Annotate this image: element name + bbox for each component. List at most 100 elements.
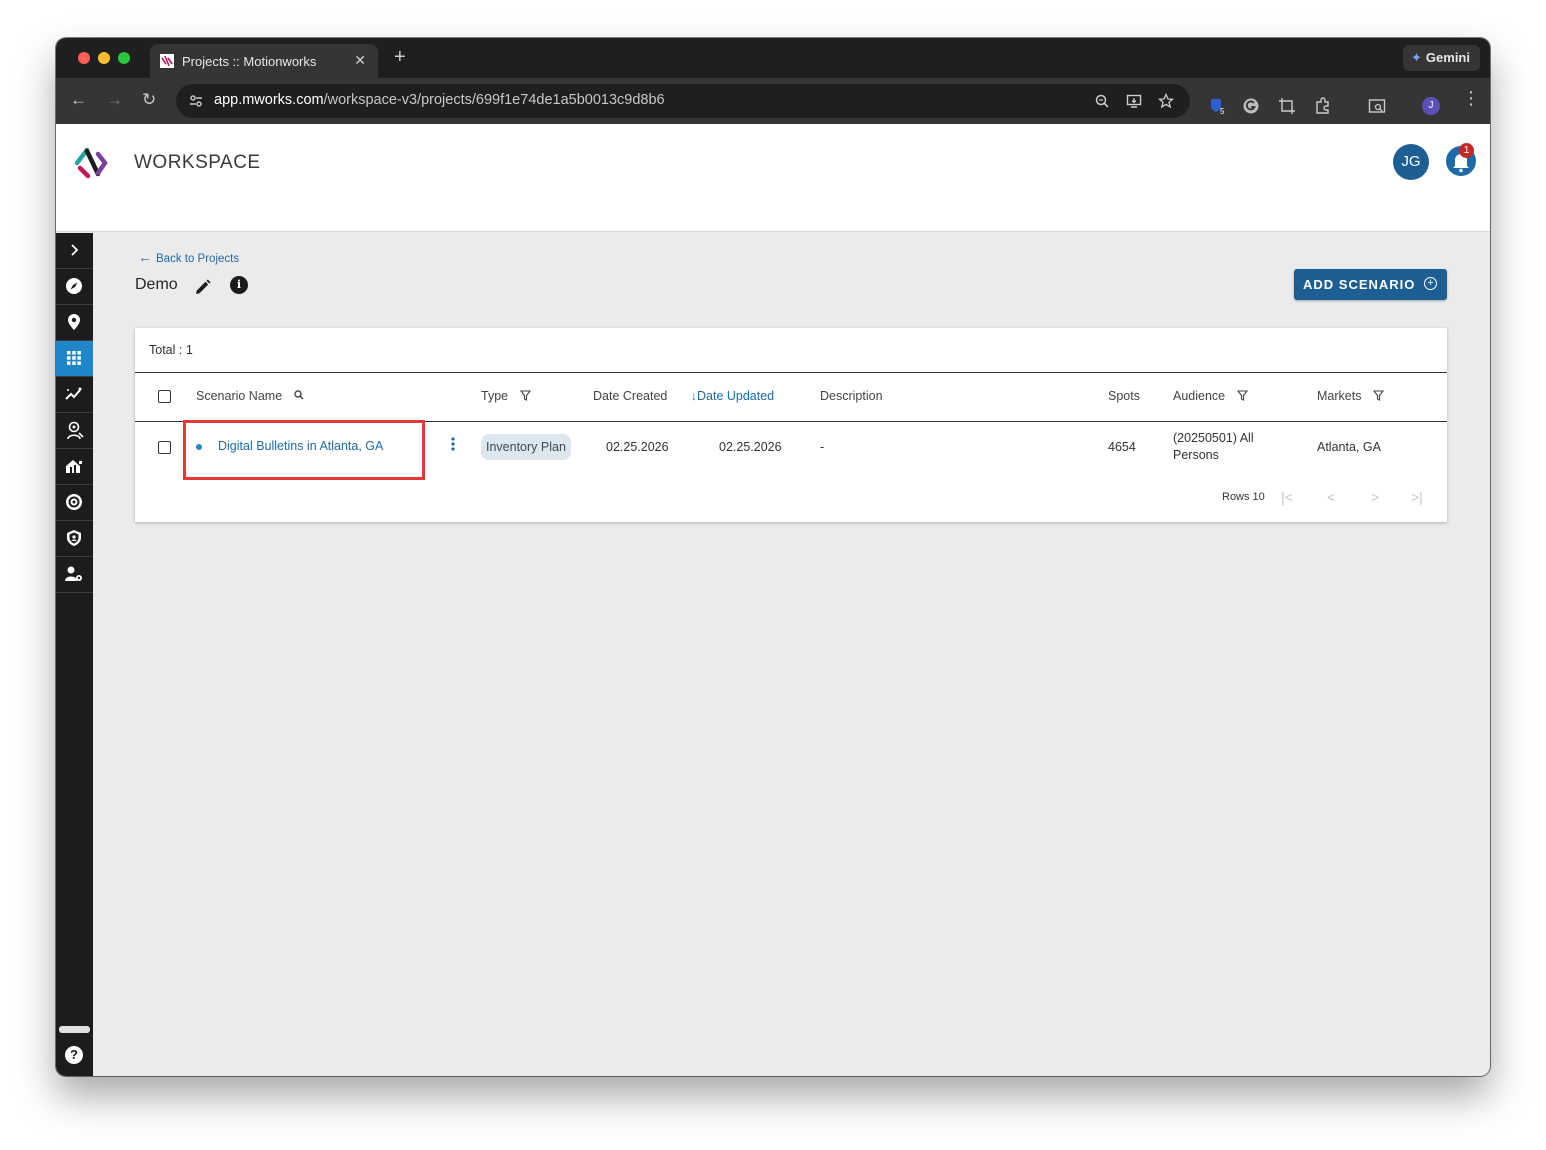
next-page-icon[interactable]: > [1371, 489, 1379, 505]
prev-page-icon[interactable]: < [1327, 489, 1335, 505]
sidebar: ? [56, 233, 93, 1076]
last-page-icon[interactable]: >| [1411, 489, 1423, 505]
annotation-highlight-box [183, 420, 425, 480]
back-nav-icon[interactable]: ← [70, 90, 87, 110]
rows-per-page-label[interactable]: Rows 10 [1222, 491, 1265, 503]
gemini-label: Gemini [1425, 50, 1470, 65]
site-settings-icon[interactable] [188, 93, 204, 109]
project-name: Demo [135, 276, 178, 293]
tab-strip: Projects :: Motionworks ✕ + ✦ Gemini [56, 38, 1490, 78]
tab-close-icon[interactable]: ✕ [354, 52, 366, 69]
column-header-date-created[interactable]: Date Created [593, 389, 667, 403]
user-avatar[interactable]: JG [1393, 144, 1429, 180]
back-to-projects-link[interactable]: ← Back to Projects [138, 249, 239, 265]
total-count: Total : 1 [149, 343, 193, 357]
url-text: app.mworks.com/workspace-v3/projects/699… [214, 92, 665, 108]
user-settings-icon [65, 566, 82, 581]
sidebar-item-insights[interactable] [56, 377, 93, 413]
column-header-audience[interactable]: Audience [1173, 389, 1248, 403]
new-tab-button[interactable]: + [394, 46, 406, 69]
motionworks-logo-icon[interactable] [74, 146, 108, 180]
column-header-scenario-name[interactable]: Scenario Name [196, 389, 304, 403]
notifications-button[interactable]: 1 [1446, 143, 1476, 176]
date-updated-cell: 02.25.2026 [719, 440, 782, 454]
app-title: WORKSPACE [134, 152, 261, 173]
row-more-options-icon[interactable] [450, 436, 456, 454]
shield-icon [67, 530, 81, 546]
gemini-button[interactable]: ✦ Gemini [1403, 45, 1480, 71]
address-bar[interactable]: app.mworks.com/workspace-v3/projects/699… [176, 84, 1190, 118]
tab-title: Projects :: Motionworks [182, 54, 317, 69]
sidebar-item-admin[interactable] [56, 557, 93, 593]
back-label: Back to Projects [156, 253, 240, 265]
sidebar-item-audience[interactable] [56, 413, 93, 449]
column-header-spots[interactable]: Spots [1108, 389, 1140, 403]
filter-icon[interactable] [1236, 390, 1248, 401]
audience-header-label: Audience [1173, 389, 1226, 403]
add-scenario-button[interactable]: ADD SCENARIO + [1294, 269, 1447, 300]
row-checkbox[interactable] [158, 441, 171, 454]
bookmark-star-icon[interactable] [1158, 93, 1174, 109]
shield-extension-icon[interactable]: 5 [1208, 97, 1226, 116]
sidebar-item-locations[interactable] [56, 305, 93, 341]
type-header-label: Type [481, 389, 509, 403]
help-button[interactable]: ? [65, 1046, 83, 1064]
forward-nav-icon[interactable]: → [106, 90, 123, 110]
sidebar-item-explore[interactable] [56, 269, 93, 305]
sidebar-item-projects[interactable] [56, 341, 93, 377]
install-app-icon[interactable] [1126, 93, 1142, 109]
reload-icon[interactable]: ↻ [142, 90, 156, 110]
type-chip: Inventory Plan [481, 434, 571, 460]
date-created-cell: 02.25.2026 [606, 440, 669, 454]
column-header-type[interactable]: Type [481, 389, 531, 403]
description-cell: - [820, 440, 825, 454]
markets-cell: Atlanta, GA [1317, 440, 1381, 454]
filter-icon[interactable] [1372, 390, 1384, 401]
extensions-puzzle-icon[interactable] [1314, 97, 1332, 115]
target-icon [66, 494, 82, 510]
select-all-checkbox[interactable] [158, 390, 171, 403]
location-pin-icon [68, 314, 80, 330]
chevron-right-icon [71, 244, 79, 256]
header-divider [135, 372, 1447, 373]
audience-icon [67, 421, 84, 440]
column-header-markets[interactable]: Markets [1317, 389, 1384, 403]
zoom-window-button[interactable] [118, 52, 130, 64]
minimize-window-button[interactable] [98, 52, 110, 64]
compass-icon [66, 278, 82, 294]
sidebar-scrollbar[interactable] [59, 1026, 90, 1033]
grid-icon [67, 351, 81, 365]
sidebar-item-targeting[interactable] [56, 485, 93, 521]
tab-search-icon[interactable] [1368, 97, 1386, 115]
home-chart-icon [66, 460, 82, 473]
markets-header-label: Markets [1317, 389, 1362, 403]
app-header: WORKSPACE JG 1 [56, 124, 1490, 232]
browser-window: Projects :: Motionworks ✕ + ✦ Gemini ← → … [56, 38, 1490, 1076]
profile-avatar[interactable]: J [1422, 97, 1440, 115]
browser-menu-icon[interactable]: ⋮ [1462, 88, 1480, 109]
browser-toolbar: ← → ↻ app.mworks.com/workspace-v3/projec… [56, 78, 1490, 124]
grammarly-icon[interactable] [1242, 97, 1260, 115]
svg-text:5: 5 [1220, 107, 1225, 115]
screenshot-extension-icon[interactable] [1278, 97, 1296, 115]
close-window-button[interactable] [78, 52, 90, 64]
notification-count-badge: 1 [1459, 143, 1474, 158]
info-icon[interactable]: i [230, 276, 248, 294]
sidebar-item-inventory[interactable] [56, 449, 93, 485]
audience-cell: (20250501) All Persons [1173, 430, 1254, 464]
search-icon[interactable] [293, 390, 304, 400]
first-page-icon[interactable]: |< [1281, 489, 1293, 505]
zoom-icon[interactable] [1094, 93, 1110, 109]
edit-pencil-icon[interactable] [194, 278, 212, 296]
audience-line-2: Persons [1173, 448, 1219, 462]
audience-line-1: (20250501) All [1173, 431, 1254, 445]
arrow-left-icon: ← [138, 249, 152, 265]
column-header-date-updated[interactable]: ↓Date Updated [691, 389, 774, 403]
browser-tab[interactable]: Projects :: Motionworks ✕ [150, 44, 378, 78]
sidebar-expand-button[interactable] [56, 233, 93, 269]
trend-icon [65, 387, 82, 400]
spots-cell: 4654 [1108, 440, 1136, 454]
column-header-description[interactable]: Description [820, 389, 883, 403]
sidebar-item-privacy[interactable] [56, 521, 93, 557]
filter-icon[interactable] [519, 390, 531, 401]
